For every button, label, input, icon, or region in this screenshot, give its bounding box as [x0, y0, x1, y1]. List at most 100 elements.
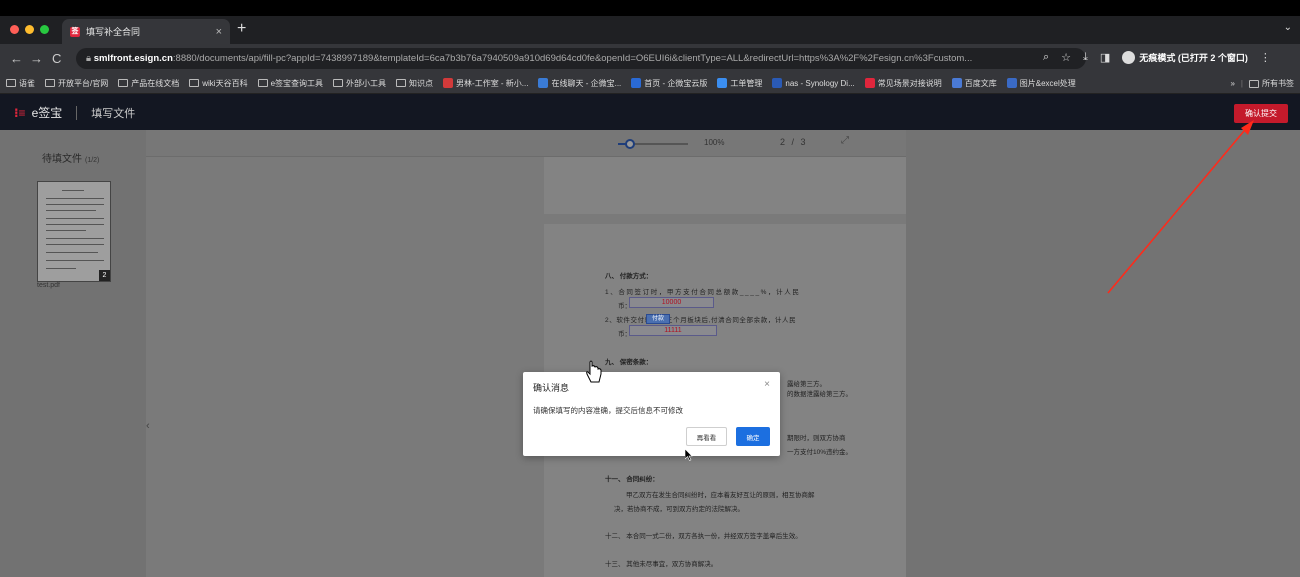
bookmark-item[interactable]: 开放平台/官网 — [45, 78, 108, 89]
arrow-cursor-icon — [685, 449, 693, 461]
payment-line-2: 2、软件交付验收后三个月板块后,付清合同全部余款，计人民 — [605, 317, 797, 324]
section-12-text: 十二、 本合同一式二份，双方各执一份，并经双方签字盖章后生效。 — [605, 533, 802, 540]
file-name: test.pdf — [37, 282, 60, 289]
folder-icon — [333, 79, 344, 87]
bookmark-label: nas - Synology Di... — [785, 78, 855, 88]
right-panel — [906, 130, 1300, 577]
selected-fill-field[interactable]: 付款 — [646, 314, 670, 324]
bookmark-item[interactable]: 产品在线文档 — [118, 78, 179, 89]
confirm-dialog: 确认消息 × 请确保填写的内容准确，提交后信息不可修改 再看看 确定 — [523, 372, 780, 456]
bookmarks-bar: 语雀 开放平台/官网 产品在线文档 wiki天谷百科 e签宝查询工具 外部小工具 知识点 男林… — [0, 73, 1300, 94]
payment-amount-field-1[interactable]: 10000 — [629, 297, 714, 308]
url-path: :8880/documents/api/fill-pc?appId=743899… — [172, 53, 973, 64]
pending-files-label: 待填文件 — [42, 154, 82, 165]
browser-menu-icon[interactable]: ⋮ — [1260, 51, 1271, 64]
dialog-message: 请确保填写的内容准确，提交后信息不可修改 — [533, 406, 683, 415]
page-indicator: 2 / 3 — [780, 137, 808, 147]
bookmark-item[interactable]: 百度文库 — [951, 78, 997, 89]
incognito-icon — [1122, 51, 1136, 64]
all-bookmarks-label: 所有书签 — [1262, 79, 1294, 88]
reload-icon[interactable]: C — [52, 51, 61, 66]
app-icon — [864, 78, 875, 88]
pending-files-count: (1/2) — [85, 157, 100, 164]
folder-icon — [118, 79, 129, 87]
bookmark-item[interactable]: 首页 - 企微宝云版 — [631, 78, 707, 89]
bookmark-item[interactable]: 图片&excel处理 — [1006, 78, 1076, 89]
dialog-close-icon[interactable]: × — [764, 379, 770, 390]
app-icon — [631, 78, 642, 88]
bookmark-item[interactable]: 男林-工作室 - 新小... — [443, 78, 528, 89]
section-11-heading: 十一、 合同纠纷： — [605, 476, 659, 483]
app-icon — [443, 78, 454, 88]
hand-cursor-icon — [586, 360, 602, 383]
bookmark-label: 语雀 — [19, 78, 35, 88]
folder-icon — [1249, 79, 1259, 88]
bookmark-label: 首页 - 企微宝云版 — [644, 78, 708, 88]
browser-tab-bar: 签 填写补全合同 × + ⌄ — [0, 16, 1300, 44]
tab-close-icon[interactable]: × — [216, 26, 222, 38]
tab-title: 填写补全合同 — [86, 27, 141, 37]
bookmark-item[interactable]: 工单管理 — [717, 78, 762, 89]
pending-files-title: 待填文件 (1/2) — [42, 150, 99, 165]
maximize-window-icon[interactable] — [40, 25, 49, 34]
esign-logo-icon: ⁝≡ — [14, 105, 26, 120]
section-9-heading: 九、 保密条款： — [605, 359, 653, 366]
back-arrow-icon[interactable]: ← — [10, 51, 23, 66]
bookmark-item[interactable]: 常见场景对接说明 — [864, 78, 942, 89]
bookmark-item[interactable]: 知识点 — [396, 78, 433, 89]
app-icon — [538, 78, 549, 88]
section-11-text-2: 决，若协商不成，可到双方约定的法院解决。 — [614, 506, 744, 513]
bookmark-item[interactable]: 语雀 — [6, 78, 35, 89]
section-10-text-2: 一方支付10%违约金。 — [787, 449, 853, 456]
bookmark-item[interactable]: wiki天谷百科 — [189, 78, 248, 89]
collapse-panel-chevron-icon[interactable]: ‹ — [146, 420, 150, 432]
bookmark-item[interactable]: nas - Synology Di... — [772, 78, 855, 88]
confirm-submit-button[interactable]: 确认提交 — [1234, 104, 1288, 123]
new-tab-button[interactable]: + — [237, 20, 246, 38]
download-icon[interactable]: ⤓ — [1083, 51, 1088, 64]
zoom-slider[interactable] — [618, 139, 688, 149]
folder-icon — [396, 79, 407, 87]
recheck-button[interactable]: 再看看 — [686, 427, 727, 446]
payment-line-1: 1、合同签订时，甲方支付合同总额款____%，计人民 — [605, 289, 801, 296]
browser-tab-active[interactable]: 签 填写补全合同 × — [62, 19, 230, 44]
bookmark-label: 常见场景对接说明 — [877, 78, 942, 88]
section-8-heading: 八、 付款方式： — [605, 273, 653, 280]
ok-button[interactable]: 确定 — [736, 427, 770, 446]
bookmark-label: 工单管理 — [730, 78, 763, 88]
folder-icon — [189, 79, 200, 87]
fullscreen-expand-icon[interactable]: ⤢ — [841, 135, 849, 146]
incognito-label: 无痕模式 (已打开 2 个窗口) — [1139, 53, 1248, 63]
zoom-search-icon[interactable]: ⌕ — [1043, 51, 1049, 64]
bookmark-item[interactable]: 外部小工具 — [333, 78, 386, 89]
url-input[interactable]: 🔒︎ smlfront.esign.cn:8880/documents/api/… — [76, 48, 1086, 69]
incognito-indicator[interactable]: 无痕模式 (已打开 2 个窗口) — [1122, 51, 1248, 64]
file-list-panel: 待填文件 (1/2) 2 test.pdf — [0, 130, 146, 577]
close-window-icon[interactable] — [10, 25, 19, 34]
folder-icon — [6, 79, 16, 87]
zoom-slider-handle[interactable] — [625, 139, 635, 149]
bookmark-label: 男林-工作室 - 新小... — [456, 78, 529, 88]
bookmark-label: 外部小工具 — [346, 78, 387, 88]
screen-top-strip — [0, 0, 1300, 16]
minimize-window-icon[interactable] — [25, 25, 34, 34]
bookmark-star-icon[interactable]: ☆ — [1061, 51, 1071, 64]
app-header: ⁝≡ e签宝 填写文件 确认提交 — [0, 94, 1300, 130]
sidepanel-icon[interactable]: ◨ — [1100, 51, 1110, 64]
bookmarks-more-button[interactable]: » — [1230, 79, 1234, 88]
bookmark-item[interactable]: 在线聊天 - 企微宝... — [538, 78, 621, 89]
file-thumbnail[interactable]: 2 — [37, 181, 111, 282]
document-page-previous — [544, 157, 906, 214]
forward-arrow-icon[interactable]: → — [30, 51, 43, 66]
app-icon — [1006, 78, 1017, 88]
esign-favicon-icon: 签 — [70, 26, 80, 37]
payment-amount-field-2[interactable]: 11111 — [629, 325, 717, 336]
tab-search-chevron-icon[interactable]: ⌄ — [1284, 22, 1292, 33]
bookmark-label: wiki天谷百科 — [202, 78, 248, 88]
bookmark-item[interactable]: e签宝查询工具 — [257, 78, 323, 89]
app-icon — [717, 78, 728, 88]
section-11-text-1: 甲乙双方在发生合同纠纷时，应本着友好互让的原则，相互协商解 — [626, 492, 815, 499]
section-10-text-1: 期限时，则双方协商 — [787, 435, 846, 442]
all-bookmarks-button[interactable]: 所有书签 — [1249, 78, 1294, 89]
bookmark-label: 知识点 — [409, 78, 434, 88]
